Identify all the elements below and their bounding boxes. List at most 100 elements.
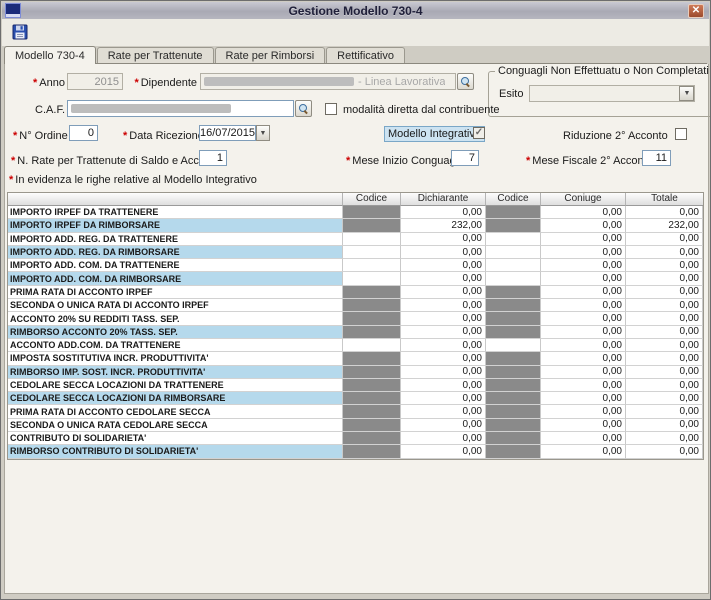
dichiarante-value[interactable]: 0,00	[401, 286, 486, 299]
codice-dichiarante-cell[interactable]	[343, 206, 401, 219]
coniuge-value[interactable]: 0,00	[541, 299, 626, 312]
codice-dichiarante-cell[interactable]	[343, 286, 401, 299]
codice-coniuge-cell[interactable]	[486, 379, 541, 392]
codice-coniuge-cell[interactable]	[486, 326, 541, 339]
totale-value[interactable]: 0,00	[626, 259, 703, 272]
tab-rate-per-trattenute[interactable]: Rate per Trattenute	[97, 47, 214, 63]
totale-value[interactable]: 0,00	[626, 206, 703, 219]
mese-inizio-field[interactable]: 7	[451, 150, 479, 166]
totale-value[interactable]: 0,00	[626, 352, 703, 365]
codice-coniuge-cell[interactable]	[486, 339, 541, 352]
coniuge-value[interactable]: 0,00	[541, 246, 626, 259]
totale-value[interactable]: 0,00	[626, 392, 703, 405]
riduzione-acconto-checkbox[interactable]	[675, 128, 687, 140]
totale-value[interactable]: 0,00	[626, 326, 703, 339]
esito-dropdown[interactable]: ▼	[529, 85, 695, 102]
codice-dichiarante-cell[interactable]	[343, 326, 401, 339]
totale-value[interactable]: 0,00	[626, 233, 703, 246]
codice-coniuge-cell[interactable]	[486, 286, 541, 299]
codice-dichiarante-cell[interactable]	[343, 379, 401, 392]
dichiarante-value[interactable]: 0,00	[401, 339, 486, 352]
codice-coniuge-cell[interactable]	[486, 233, 541, 246]
codice-dichiarante-cell[interactable]	[343, 272, 401, 285]
dichiarante-value[interactable]: 0,00	[401, 432, 486, 445]
save-button[interactable]	[10, 23, 30, 43]
codice-dichiarante-cell[interactable]	[343, 352, 401, 365]
codice-dichiarante-cell[interactable]	[343, 405, 401, 418]
codice-coniuge-cell[interactable]	[486, 299, 541, 312]
codice-dichiarante-cell[interactable]	[343, 339, 401, 352]
totale-value[interactable]: 0,00	[626, 419, 703, 432]
n-ordine-field[interactable]: 0	[69, 125, 98, 141]
dichiarante-value[interactable]: 0,00	[401, 352, 486, 365]
codice-dichiarante-cell[interactable]	[343, 366, 401, 379]
dichiarante-value[interactable]: 0,00	[401, 419, 486, 432]
codice-dichiarante-cell[interactable]	[343, 392, 401, 405]
codice-coniuge-cell[interactable]	[486, 392, 541, 405]
dichiarante-value[interactable]: 232,00	[401, 219, 486, 232]
tab-rate-per-rimborsi[interactable]: Rate per Rimborsi	[215, 47, 326, 63]
dichiarante-value[interactable]: 0,00	[401, 445, 486, 458]
dichiarante-value[interactable]: 0,00	[401, 272, 486, 285]
dipendente-search-button[interactable]	[457, 73, 474, 90]
codice-dichiarante-cell[interactable]	[343, 432, 401, 445]
codice-coniuge-cell[interactable]	[486, 219, 541, 232]
modello-integrativo-checkbox[interactable]: ✓	[473, 127, 485, 139]
date-picker-chevron-icon[interactable]: ▼	[256, 125, 270, 141]
codice-coniuge-cell[interactable]	[486, 419, 541, 432]
totale-value[interactable]: 0,00	[626, 246, 703, 259]
codice-coniuge-cell[interactable]	[486, 259, 541, 272]
dichiarante-value[interactable]: 0,00	[401, 246, 486, 259]
dichiarante-value[interactable]: 0,00	[401, 299, 486, 312]
dichiarante-value[interactable]: 0,00	[401, 379, 486, 392]
coniuge-value[interactable]: 0,00	[541, 392, 626, 405]
coniuge-value[interactable]: 0,00	[541, 272, 626, 285]
mese-fiscale-field[interactable]: 11	[642, 150, 671, 166]
codice-coniuge-cell[interactable]	[486, 352, 541, 365]
codice-dichiarante-cell[interactable]	[343, 419, 401, 432]
totale-value[interactable]: 0,00	[626, 432, 703, 445]
coniuge-value[interactable]: 0,00	[541, 339, 626, 352]
dichiarante-value[interactable]: 0,00	[401, 326, 486, 339]
chevron-down-icon[interactable]: ▼	[679, 86, 694, 101]
codice-dichiarante-cell[interactable]	[343, 219, 401, 232]
dichiarante-value[interactable]: 0,00	[401, 392, 486, 405]
coniuge-value[interactable]: 0,00	[541, 326, 626, 339]
dichiarante-value[interactable]: 0,00	[401, 405, 486, 418]
coniuge-value[interactable]: 0,00	[541, 259, 626, 272]
tab-rettificativo[interactable]: Rettificativo	[326, 47, 405, 63]
codice-dichiarante-cell[interactable]	[343, 312, 401, 325]
codice-coniuge-cell[interactable]	[486, 366, 541, 379]
codice-coniuge-cell[interactable]	[486, 246, 541, 259]
coniuge-value[interactable]: 0,00	[541, 379, 626, 392]
totale-value[interactable]: 0,00	[626, 272, 703, 285]
coniuge-value[interactable]: 0,00	[541, 445, 626, 458]
dichiarante-value[interactable]: 0,00	[401, 206, 486, 219]
codice-coniuge-cell[interactable]	[486, 206, 541, 219]
totale-value[interactable]: 232,00	[626, 219, 703, 232]
codice-dichiarante-cell[interactable]	[343, 233, 401, 246]
dipendente-field[interactable]: - Linea Lavorativa	[200, 73, 456, 90]
totale-value[interactable]: 0,00	[626, 286, 703, 299]
codice-coniuge-cell[interactable]	[486, 405, 541, 418]
totale-value[interactable]: 0,00	[626, 405, 703, 418]
tab-modello-730-4[interactable]: Modello 730-4	[4, 46, 96, 64]
dichiarante-value[interactable]: 0,00	[401, 259, 486, 272]
codice-coniuge-cell[interactable]	[486, 445, 541, 458]
codice-coniuge-cell[interactable]	[486, 432, 541, 445]
data-ricezione-field[interactable]: 16/07/2015	[199, 125, 256, 141]
totale-value[interactable]: 0,00	[626, 366, 703, 379]
codice-dichiarante-cell[interactable]	[343, 246, 401, 259]
totale-value[interactable]: 0,00	[626, 299, 703, 312]
n-rate-field[interactable]: 1	[199, 150, 227, 166]
codice-dichiarante-cell[interactable]	[343, 259, 401, 272]
coniuge-value[interactable]: 0,00	[541, 419, 626, 432]
totale-value[interactable]: 0,00	[626, 339, 703, 352]
codice-dichiarante-cell[interactable]	[343, 445, 401, 458]
dichiarante-value[interactable]: 0,00	[401, 233, 486, 246]
close-icon[interactable]: ✕	[688, 4, 704, 18]
dichiarante-value[interactable]: 0,00	[401, 312, 486, 325]
coniuge-value[interactable]: 0,00	[541, 219, 626, 232]
caf-field[interactable]	[67, 100, 294, 117]
totale-value[interactable]: 0,00	[626, 445, 703, 458]
